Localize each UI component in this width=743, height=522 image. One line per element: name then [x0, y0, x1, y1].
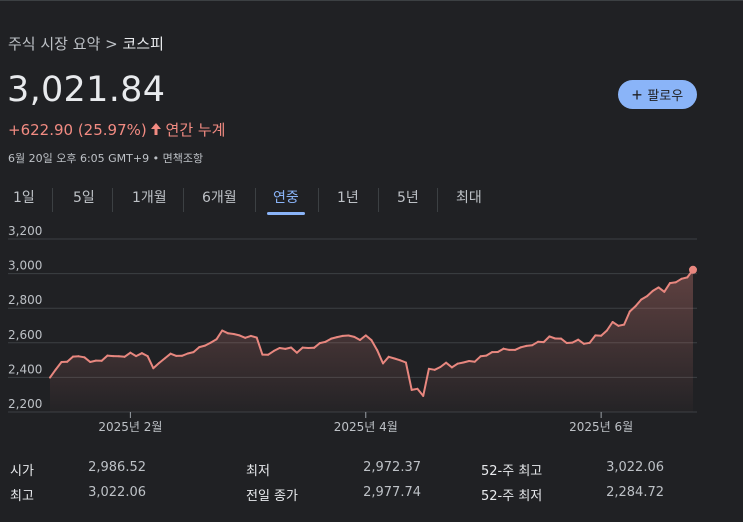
current-price-dot [689, 265, 697, 274]
follow-button[interactable]: + 팔로우 [618, 80, 697, 109]
follow-label: 팔로우 [647, 88, 684, 103]
stat-label: 시가 [10, 464, 34, 479]
y-tick-label: 3,000 [8, 259, 42, 273]
stat-value: 2,977.74 [363, 485, 421, 500]
stat-value: 3,022.06 [606, 460, 664, 475]
stat-label: 52-주 최고 [481, 464, 543, 479]
tab-1m[interactable]: 1개월 [132, 185, 167, 215]
tab-ytd[interactable]: 연중 [267, 185, 305, 215]
tab-5y[interactable]: 5년 [397, 185, 419, 215]
x-tick-label: 2025년 6월 [569, 420, 633, 434]
change-value: +622.90 (25.97%) [8, 121, 147, 139]
breadcrumb-current: 코스피 [122, 35, 164, 53]
tab-max[interactable]: 최대 [456, 185, 482, 215]
tab-1d[interactable]: 1일 [13, 185, 35, 215]
breadcrumb-prefix[interactable]: 주식 시장 요약 > [8, 35, 118, 53]
plus-icon: + [631, 84, 643, 105]
price-chart[interactable]: 3,200 3,000 2,800 2,600 2,400 2,200 2025년 2월 2… [0, 225, 743, 445]
tab-separator [183, 188, 184, 212]
tab-label: 1일 [13, 190, 35, 206]
breadcrumb: 주식 시장 요약 > 코스피 [8, 33, 164, 54]
active-tab-indicator [267, 212, 305, 215]
x-tick-label: 2025년 4월 [334, 420, 398, 434]
tab-label: 1년 [337, 190, 359, 206]
tab-label: 5년 [397, 190, 419, 206]
tab-1y[interactable]: 1년 [337, 185, 359, 215]
stat-value: 2,972.37 [363, 460, 421, 475]
tab-5d[interactable]: 5일 [73, 185, 95, 215]
stat-value: 3,022.06 [88, 485, 146, 500]
top-divider [0, 0, 743, 1]
index-price: 3,021.84 [7, 70, 166, 110]
stat-value: 2,986.52 [88, 460, 146, 475]
arrow-up-icon [150, 121, 161, 139]
tab-separator [255, 188, 256, 212]
tab-separator [112, 188, 113, 212]
tab-separator [378, 188, 379, 212]
price-change: +622.90 (25.97%) 연간 누계 [8, 119, 225, 140]
stat-label: 52-주 최저 [481, 489, 543, 504]
tab-label: 최대 [456, 190, 482, 206]
tab-separator [318, 188, 319, 212]
tab-label: 연중 [273, 190, 299, 206]
stat-label: 전일 종가 [246, 489, 298, 504]
tab-separator [437, 188, 438, 212]
stat-label: 최저 [246, 464, 270, 479]
x-tick-label: 2025년 2월 [98, 420, 162, 434]
y-tick-label: 2,400 [8, 362, 42, 376]
tab-label: 1개월 [132, 190, 167, 206]
timestamp-disclaimer[interactable]: 6월 20일 오후 6:05 GMT+9 • 면책조항 [8, 150, 203, 166]
stat-value: 2,284.72 [606, 485, 664, 500]
y-tick-label: 2,200 [8, 397, 42, 411]
tab-label: 5일 [73, 190, 95, 206]
tab-separator [52, 188, 53, 212]
y-tick-label: 2,600 [8, 328, 42, 342]
y-tick-label: 3,200 [8, 225, 42, 238]
tab-label: 6개월 [202, 190, 237, 206]
stat-label: 최고 [10, 489, 34, 504]
change-period: 연간 누계 [165, 121, 226, 139]
tab-6m[interactable]: 6개월 [202, 185, 237, 215]
y-tick-label: 2,800 [8, 293, 42, 307]
